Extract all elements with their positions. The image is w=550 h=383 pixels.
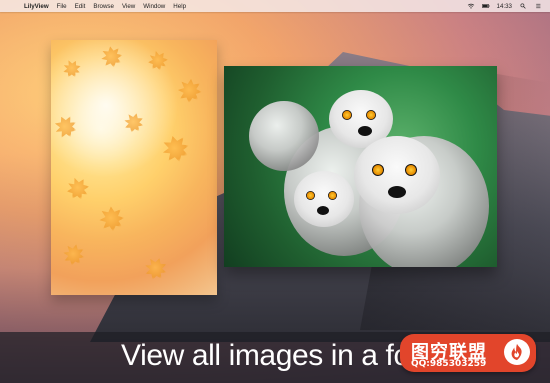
menu-view[interactable]: View: [122, 3, 135, 10]
lemur-eye: [306, 191, 315, 200]
lemur-eye: [405, 164, 417, 176]
spotlight-search-icon[interactable]: [519, 3, 527, 9]
menu-file[interactable]: File: [57, 3, 67, 10]
notification-center-icon[interactable]: [534, 3, 542, 9]
lemur-image-window[interactable]: [224, 66, 497, 267]
watermark-badge: 图穷联盟 QQ:985303259: [400, 334, 536, 372]
autumn-image-window[interactable]: [51, 40, 217, 295]
menu-status-area: 14:33: [467, 3, 542, 10]
menu-help[interactable]: Help: [173, 3, 186, 10]
leaf-shape: [61, 242, 87, 268]
lemur-nose: [358, 126, 372, 136]
lemur-nose: [317, 206, 329, 215]
lemur-eye: [328, 191, 337, 200]
wifi-icon[interactable]: [467, 3, 475, 9]
lemur-face: [294, 171, 354, 227]
leaf-shape: [98, 205, 125, 232]
lemur-eye: [372, 164, 384, 176]
flame-logo-icon: [504, 339, 530, 365]
lemur-nose: [388, 186, 406, 198]
sun-glow: [51, 40, 191, 190]
flame-icon: [511, 343, 522, 361]
menu-bar: LilyView File Edit Browse View Window He…: [0, 0, 550, 12]
lemur-eye: [342, 110, 352, 120]
leaf-shape: [142, 255, 170, 283]
battery-icon[interactable]: [481, 3, 490, 9]
lemur-eye: [366, 110, 376, 120]
menu-app-name[interactable]: LilyView: [24, 3, 49, 10]
lemur-face: [354, 136, 440, 214]
watermark-qq: QQ:985303259: [411, 359, 487, 369]
lemur-body: [249, 101, 319, 171]
clock[interactable]: 14:33: [497, 3, 512, 10]
menu-window[interactable]: Window: [143, 3, 165, 10]
menu-browse[interactable]: Browse: [93, 3, 114, 10]
menu-edit[interactable]: Edit: [75, 3, 86, 10]
